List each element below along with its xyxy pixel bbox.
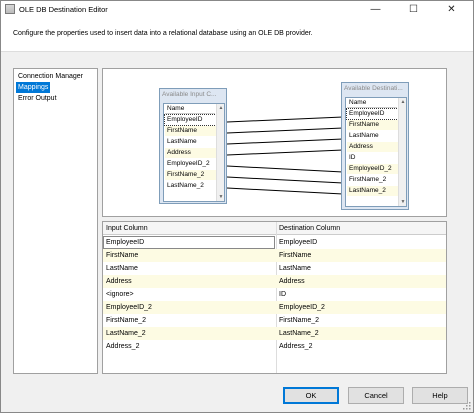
- table-row[interactable]: EmployeeID_2 EmployeeID_2: [103, 301, 446, 314]
- destination-column-cell[interactable]: Address_2: [279, 343, 312, 350]
- destination-column-cell[interactable]: Address: [279, 278, 305, 285]
- map-line-lastname: [226, 138, 344, 145]
- table-row[interactable]: Address Address: [103, 275, 446, 288]
- mapping-grid: Input Column Destination Column Employee…: [102, 221, 447, 374]
- destination-column-cell[interactable]: LastName: [279, 265, 311, 272]
- destination-column-cell[interactable]: FirstName_2: [279, 317, 319, 324]
- destination-column-cell[interactable]: EmployeeID: [279, 239, 317, 246]
- minimize-button[interactable]: —: [361, 1, 390, 18]
- input-column-cell[interactable]: EmployeeID_2: [106, 304, 152, 311]
- ole-db-destination-editor-window: OLE DB Destination Editor — ☐ ✕ Configur…: [0, 0, 474, 413]
- cancel-button[interactable]: Cancel: [348, 387, 404, 404]
- scroll-up-icon[interactable]: ▲: [217, 104, 224, 112]
- table-row[interactable]: LastName_2 LastName_2: [103, 327, 446, 340]
- input-column-cell[interactable]: <ignore>: [106, 291, 134, 298]
- table-row[interactable]: <ignore> ID: [103, 288, 446, 301]
- map-line-lastname-2: [226, 187, 344, 195]
- input-column-header[interactable]: Input Column: [106, 225, 148, 232]
- ok-button[interactable]: OK: [283, 387, 339, 404]
- app-icon: [5, 4, 15, 14]
- map-line-address: [226, 149, 344, 156]
- destination-column-item[interactable]: EmployeeID_2: [347, 164, 398, 174]
- input-column-cell[interactable]: Address_2: [106, 343, 139, 350]
- title-bar[interactable]: OLE DB Destination Editor — ☐ ✕: [1, 1, 473, 18]
- input-column-item[interactable]: LastName_2: [165, 181, 216, 191]
- map-line-employeeid-2: [226, 165, 344, 173]
- table-row[interactable]: Address_2 Address_2: [103, 340, 446, 353]
- table-row[interactable]: FirstName FirstName: [103, 249, 446, 262]
- input-column-item[interactable]: EmployeeID: [164, 114, 217, 126]
- input-column-item[interactable]: Address: [165, 148, 216, 158]
- destination-column-cell[interactable]: FirstName: [279, 252, 311, 259]
- description-strip: Configure the properties used to insert …: [1, 18, 473, 52]
- destination-columns-list[interactable]: Name EmployeeID FirstName LastName Addre…: [345, 97, 407, 207]
- destination-column-item[interactable]: FirstName_2: [347, 175, 398, 185]
- destination-box-title: Available Destinati...: [344, 85, 403, 92]
- destination-column-item[interactable]: ID: [347, 153, 398, 163]
- nav-item-mappings[interactable]: Mappings: [16, 82, 51, 93]
- map-line-firstname-2: [226, 176, 344, 184]
- input-column-cell[interactable]: FirstName_2: [106, 317, 146, 324]
- destination-column-item[interactable]: EmployeeID: [346, 108, 399, 120]
- input-list-header: Name: [165, 104, 215, 114]
- destination-list-scrollbar[interactable]: ▲ ▼: [398, 98, 406, 206]
- destination-column-item[interactable]: Address: [347, 142, 398, 152]
- maximize-button[interactable]: ☐: [399, 1, 428, 18]
- resize-grip-icon[interactable]: [463, 402, 471, 410]
- input-column-item[interactable]: LastName: [165, 137, 216, 147]
- map-line-employeeid: [226, 116, 344, 123]
- scroll-down-icon[interactable]: ▼: [399, 198, 406, 206]
- input-column-cell[interactable]: FirstName: [106, 252, 138, 259]
- input-columns-list[interactable]: Name EmployeeID FirstName LastName Addre…: [163, 103, 225, 202]
- input-column-cell[interactable]: LastName: [106, 265, 138, 272]
- grid-header: Input Column Destination Column: [103, 222, 446, 235]
- available-destination-columns-box[interactable]: Available Destinati... Name EmployeeID F…: [341, 82, 409, 210]
- input-list-scrollbar[interactable]: ▲ ▼: [216, 104, 224, 201]
- nav-item-connection-manager[interactable]: Connection Manager: [16, 71, 85, 82]
- scroll-up-icon[interactable]: ▲: [399, 98, 406, 106]
- window-title: OLE DB Destination Editor: [19, 5, 108, 14]
- destination-list-header: Name: [347, 98, 397, 108]
- destination-column-item[interactable]: LastName: [347, 131, 398, 141]
- table-row[interactable]: LastName LastName: [103, 262, 446, 275]
- table-row[interactable]: FirstName_2 FirstName_2: [103, 314, 446, 327]
- nav-item-error-output[interactable]: Error Output: [16, 93, 59, 104]
- close-button[interactable]: ✕: [437, 1, 466, 18]
- destination-column-item[interactable]: FirstName: [347, 120, 398, 130]
- scroll-down-icon[interactable]: ▼: [217, 193, 224, 201]
- input-column-item[interactable]: FirstName_2: [165, 170, 216, 180]
- page-nav-list: Connection Manager Mappings Error Output: [13, 68, 98, 374]
- mapping-diagram: Available Input C... Name EmployeeID Fir…: [102, 68, 447, 217]
- table-row[interactable]: EmployeeID EmployeeID: [103, 236, 446, 249]
- map-line-firstname: [226, 127, 344, 134]
- input-column-cell[interactable]: EmployeeID: [106, 239, 144, 246]
- available-input-columns-box[interactable]: Available Input C... Name EmployeeID Fir…: [159, 88, 227, 204]
- input-column-cell[interactable]: Address: [106, 278, 132, 285]
- description-text: Configure the properties used to insert …: [13, 30, 313, 37]
- input-column-item[interactable]: FirstName: [165, 126, 216, 136]
- destination-column-item[interactable]: LastName_2: [347, 186, 398, 196]
- input-column-item[interactable]: EmployeeID_2: [165, 159, 216, 169]
- destination-column-cell[interactable]: EmployeeID_2: [279, 304, 325, 311]
- help-button[interactable]: Help: [412, 387, 468, 404]
- destination-column-cell[interactable]: LastName_2: [279, 330, 319, 337]
- input-box-title: Available Input C...: [162, 91, 217, 98]
- destination-column-cell[interactable]: ID: [279, 291, 286, 298]
- destination-column-header[interactable]: Destination Column: [279, 225, 340, 232]
- input-column-cell[interactable]: LastName_2: [106, 330, 146, 337]
